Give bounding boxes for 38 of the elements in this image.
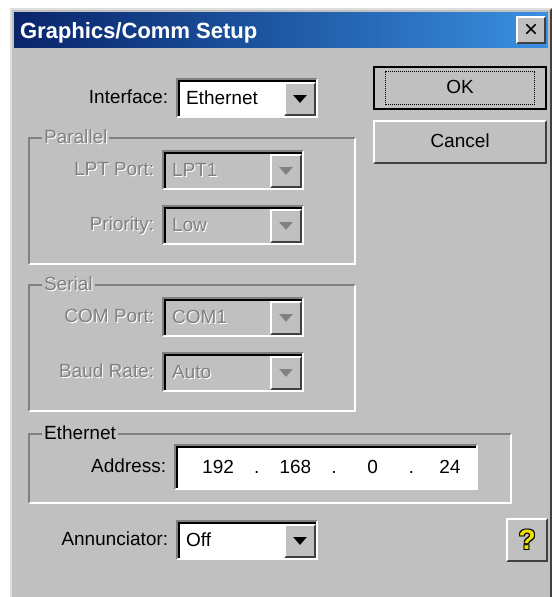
dropdown-value: Ethernet	[186, 86, 258, 111]
group-title: Serial	[43, 275, 94, 295]
dropdown-value: LPT1	[172, 158, 218, 183]
ip-octet: 192	[201, 456, 235, 480]
ip-separator: .	[331, 456, 337, 480]
ip-octet: 0	[366, 456, 379, 480]
caret-down-icon	[279, 314, 293, 322]
dialog-button[interactable]: OK	[373, 66, 547, 110]
field-label: Address:	[90, 454, 167, 479]
ip-octet: 24	[438, 456, 462, 480]
dropdown[interactable]: Ethernet	[176, 78, 318, 118]
ip-separator: .	[408, 456, 414, 480]
dialog-button[interactable]: Cancel	[373, 120, 547, 164]
field-label: Priority:	[88, 212, 155, 237]
field-label: Baud Rate:	[58, 360, 155, 384]
caret-down-icon	[279, 167, 293, 175]
caret-down-icon	[293, 95, 307, 103]
field-label: Interface:	[88, 86, 169, 110]
caret-down-icon	[279, 369, 293, 377]
field-label: COM Port:	[63, 304, 155, 329]
dropdown-value: Auto	[172, 360, 212, 385]
dropdown[interactable]: Off	[176, 520, 318, 560]
ip-separator: .	[254, 456, 260, 480]
caret-down-icon	[293, 537, 307, 545]
dropdown-arrow-button[interactable]	[284, 524, 316, 558]
dropdown-value: Off	[186, 528, 211, 553]
field-label: Annunciator:	[60, 528, 169, 552]
field-label: LPT Port:	[73, 158, 155, 182]
close-button[interactable]: ×	[516, 16, 546, 44]
dropdown-value: Low	[172, 214, 207, 238]
group-title: Ethernet	[43, 424, 117, 444]
ip-octet: 168	[278, 456, 312, 480]
dropdown-arrow-button[interactable]	[284, 82, 316, 116]
dropdown-value: COM1	[172, 306, 227, 330]
caret-down-icon	[279, 222, 293, 230]
ip-address-field[interactable]: 192 . 168 . 0 . 24	[174, 444, 478, 490]
window-title: Graphics/Comm Setup	[20, 16, 258, 45]
group-title: Parallel	[43, 128, 108, 148]
